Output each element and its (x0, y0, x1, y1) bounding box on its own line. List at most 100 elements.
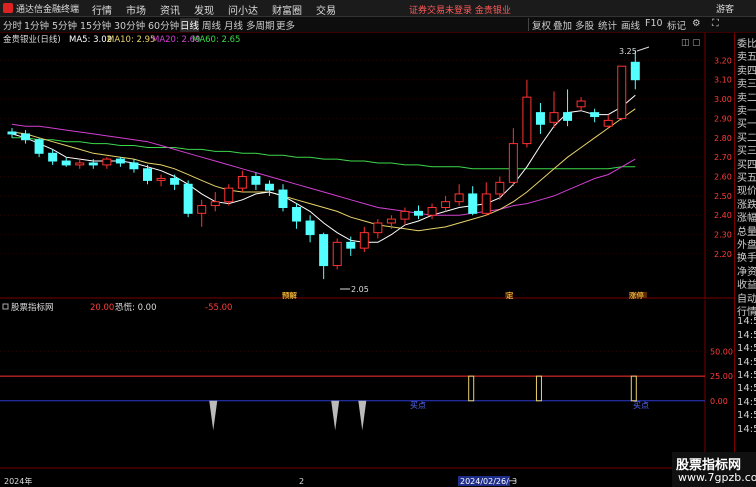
indicator-chart[interactable]: 股票指标网 20.00 恐慌: 0.00 -55.00 50.00 25.00 0.… (0, 300, 734, 487)
menu-jiaoyi[interactable]: 交易 (316, 2, 336, 17)
date-year-label: 2024年 (4, 476, 32, 486)
period-multi[interactable]: 多周期 (246, 18, 275, 32)
tool-biaoji[interactable]: 标记 (667, 18, 686, 32)
period-30min[interactable]: 30分钟 (114, 18, 145, 32)
top-menu-bar: 通达信金融终端 行情 市场 资讯 发现 问小达 财富圈 交易 证券交易未登录 金… (0, 0, 756, 17)
login-notice[interactable]: 证券交易未登录 金贵银业 (409, 3, 511, 16)
menu-caifuquan[interactable]: 财富圈 (272, 2, 302, 17)
period-weekly[interactable]: 周线 (202, 18, 221, 32)
period-daily[interactable]: 日线 (180, 18, 200, 32)
quote-side-panel: 委比 卖五 卖四 卖三 卖二 卖一 买一 买二 买三 买四 买五 现价 涨跌 涨幅 总量 外盘 换手 净资 收益 自动… (734, 33, 756, 487)
period-15min[interactable]: 15分钟 (80, 18, 111, 32)
price-tick-label: 3.00 (714, 95, 732, 104)
period-toolbar: 分时 1分钟 5分钟 15分钟 30分钟 60分钟 日线 周线 月线 多周期 更… (0, 17, 756, 33)
tool-fuquan[interactable]: 复权 (532, 18, 551, 32)
candle-up (603, 119, 613, 127)
fullscreen-icon[interactable]: ⛶ (712, 18, 719, 29)
gear-icon[interactable]: ⚙ (692, 18, 701, 29)
tool-huaxian[interactable]: 画线 (621, 18, 640, 32)
candle-up (617, 65, 627, 119)
candle-down (563, 112, 573, 121)
toolbar-separator (528, 18, 529, 31)
period-fenshi[interactable]: 分时 (3, 18, 22, 32)
candle-down (143, 168, 152, 181)
event-zhangting[interactable]: 涨停 (629, 290, 644, 299)
ma10-legend: MA10: 2.95 (107, 35, 155, 45)
period-5min[interactable]: 5分钟 (52, 18, 77, 32)
ma60-legend: MA60: 2.65 (192, 35, 240, 45)
period-more[interactable]: 更多 (276, 18, 295, 32)
price-tick-label: 2.60 (714, 173, 732, 182)
candle-down (292, 206, 302, 222)
event-yujie[interactable]: 预解 (282, 290, 297, 299)
tick-time: 14:56 (737, 410, 756, 422)
high-price-label: 3.25 (619, 47, 637, 56)
candle-down (61, 160, 71, 166)
candle-up (332, 241, 342, 267)
window-restore-icon[interactable]: ◫ (681, 38, 690, 48)
price-tick-label: 3.20 (714, 56, 732, 65)
period-1min[interactable]: 1分钟 (24, 18, 49, 32)
window-max-icon[interactable]: ▢ (692, 38, 701, 48)
candle-down (48, 152, 58, 162)
menu-wenxiaoda[interactable]: 问小达 (228, 2, 258, 17)
indicator-value-2: 恐慌: 0.00 (115, 302, 157, 313)
ma5-legend: MA5: 3.02 (69, 35, 112, 45)
period-monthly[interactable]: 月线 (224, 18, 243, 32)
candle-up (373, 222, 383, 234)
tick-time: 14:56 (737, 356, 756, 368)
tool-tongji[interactable]: 统计 (598, 18, 617, 32)
candle-up (427, 206, 437, 216)
price-tick-label: 2.50 (714, 192, 732, 201)
event-ding[interactable]: 定 (506, 290, 514, 299)
candle-down (7, 131, 17, 135)
candle-down (319, 234, 329, 267)
candle-up (75, 162, 85, 166)
watermark: 股票指标网 www.7gpzb.com (672, 452, 756, 487)
candle-up (156, 177, 166, 181)
watermark-url: www.7gpzb.com (678, 471, 756, 484)
main-kline-chart[interactable]: 3.20 3.10 3.00 2.90 2.80 2.70 2.60 2.50 2.40 2.30… (0, 33, 734, 299)
guest-label[interactable]: 游客 (716, 2, 734, 15)
candle-down (468, 193, 478, 214)
menu-zixun[interactable]: 资讯 (160, 2, 180, 17)
low-price-label: 2.05 (351, 285, 369, 294)
indicator-tick-label: 25.00 (710, 372, 733, 381)
menu-faxian[interactable]: 发现 (194, 2, 214, 17)
menu-hangqing[interactable]: 行情 (92, 2, 112, 17)
tool-duogu[interactable]: 多股 (575, 18, 594, 32)
tick-time: 14:56 (737, 370, 756, 381)
tool-f10[interactable]: F10 (645, 18, 663, 29)
candle-down (183, 183, 193, 214)
candle-down (88, 162, 98, 166)
candle-up (102, 158, 112, 166)
candle-down (630, 61, 640, 81)
date-end-label: 3 (512, 477, 517, 486)
buy-signal-label-2: 买点 (633, 401, 649, 410)
indicator-tick-label: 50.00 (710, 347, 733, 356)
tick-time: 14:56 (737, 316, 756, 328)
period-60min[interactable]: 60分钟 (148, 18, 179, 32)
price-tick-label: 2.40 (714, 211, 732, 220)
price-tick-label: 3.10 (714, 76, 732, 85)
candle-up (508, 143, 518, 183)
candle-down (414, 210, 423, 216)
tool-diejia[interactable]: 叠加 (553, 18, 572, 32)
candle-down (34, 139, 44, 154)
candle-down (170, 177, 180, 185)
app-title: 通达信金融终端 (16, 5, 80, 15)
price-tick-label: 2.70 (714, 153, 732, 162)
menu-shichang[interactable]: 市场 (126, 2, 146, 17)
price-tick-label: 2.90 (714, 114, 732, 123)
candle-down (346, 241, 356, 249)
candle-down (21, 133, 31, 141)
candle-up (224, 187, 234, 203)
candle-down (305, 220, 315, 236)
candle-down (115, 158, 125, 164)
candle-up (549, 112, 559, 123)
candle-up (441, 201, 451, 208)
indicator-name: 股票指标网 (11, 302, 54, 313)
price-tick-label: 2.30 (714, 231, 732, 240)
stock-name-label: 金贵银业(日线) (3, 34, 61, 45)
candle-down (129, 162, 139, 170)
